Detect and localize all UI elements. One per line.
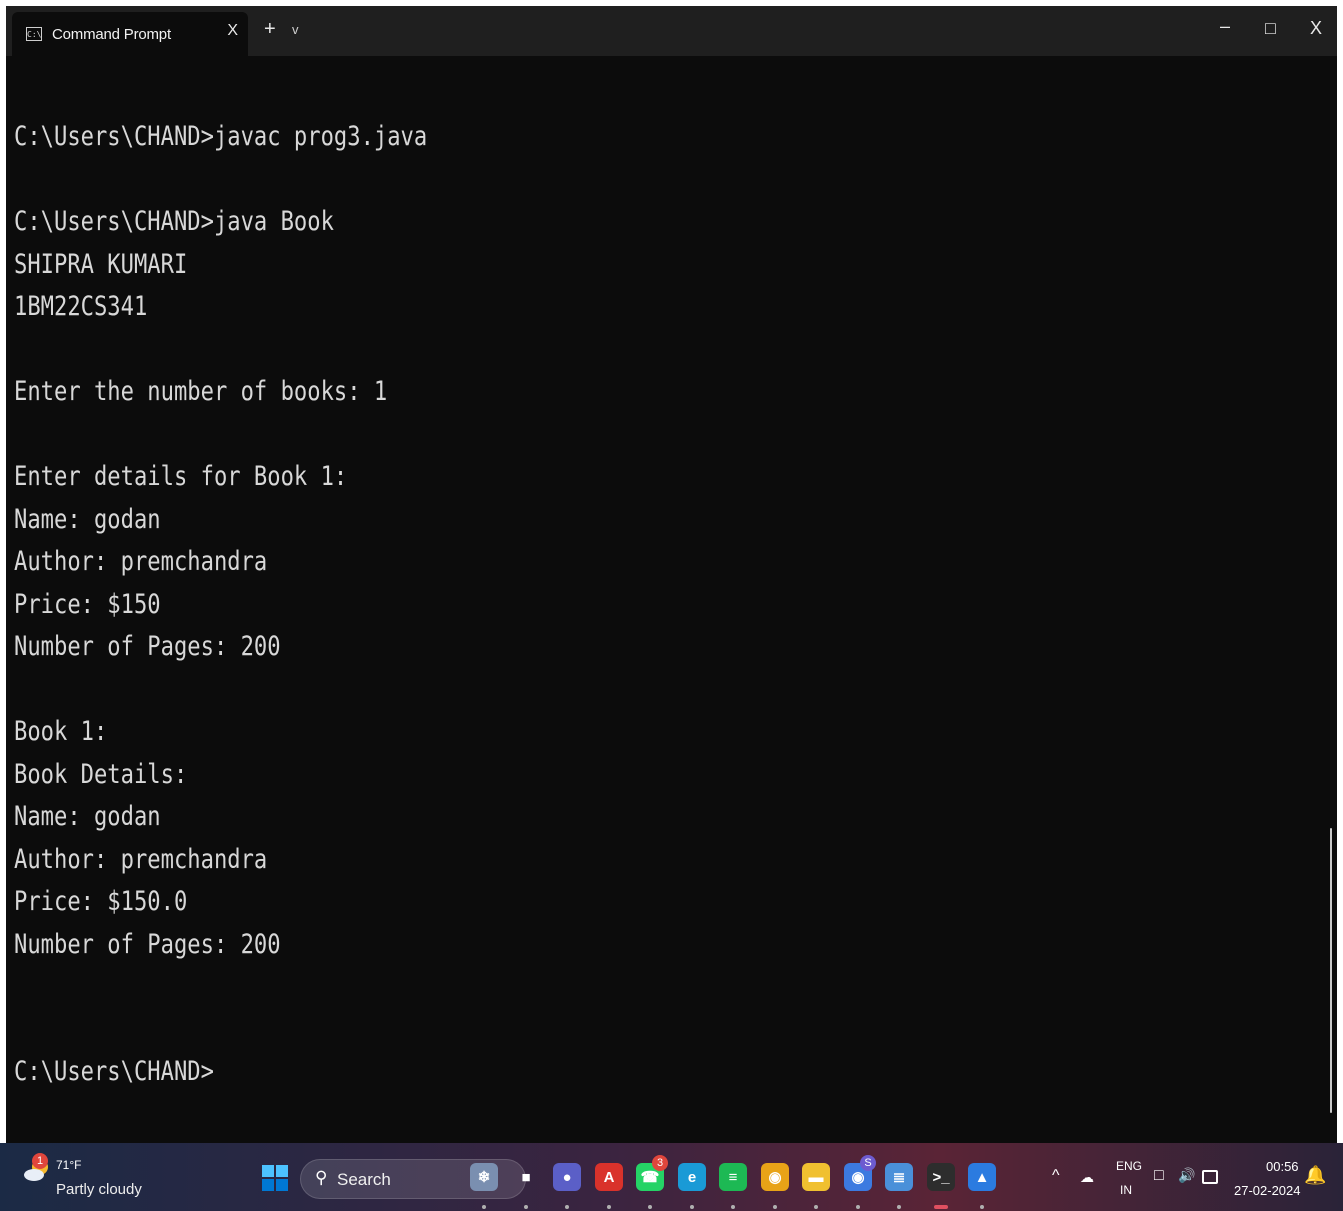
file-explorer-icon[interactable]: ▬ [802,1163,830,1191]
show-hidden-icons-chevron-icon[interactable]: ^ [1052,1167,1060,1185]
weather-badge: 1 [32,1153,48,1169]
adobe-acrobat-icon[interactable]: A [595,1163,623,1191]
weather-temperature: 71°F [56,1158,82,1172]
running-indicator [648,1205,652,1209]
running-indicator [524,1205,528,1209]
running-indicator [897,1205,901,1209]
terminal-line: Price: $150 [14,588,161,620]
photos-icon[interactable]: ▲ [968,1163,996,1191]
terminal-line: SHIPRA KUMARI [14,248,188,280]
search-label: Search [337,1170,391,1189]
running-indicator [731,1205,735,1209]
onedrive-cloud-icon[interactable]: ☁ [1080,1169,1094,1186]
terminal-line: Book Details: [14,758,188,790]
running-indicator [814,1205,818,1209]
running-indicator [690,1205,694,1209]
terminal-line: Author: premchandra [14,843,268,875]
notification-bell-icon[interactable]: 🔔 [1304,1165,1326,1186]
terminal-output[interactable]: C:\Users\CHAND>javac prog3.java C:\Users\… [14,116,1099,1143]
tab-command-prompt[interactable]: C:\ Command Prompt X [12,12,248,56]
new-tab-button[interactable]: + [264,18,276,41]
terminal-line: Author: premchandra [14,546,268,577]
tab-dropdown-button[interactable]: v [292,22,299,37]
input-region[interactable]: IN [1120,1183,1132,1197]
search-icon: ⚲ [315,1168,328,1187]
network-icon[interactable]: □ [1154,1167,1164,1185]
task-view-icon[interactable]: ■ [512,1163,540,1191]
notepad-icon[interactable]: ≣ [885,1163,913,1191]
input-language[interactable]: ENG [1116,1159,1142,1173]
terminal-line: Name: godan [14,503,161,535]
title-bar[interactable]: C:\ Command Prompt X + v – □ X [6,6,1337,56]
running-indicator [482,1205,486,1209]
running-indicator [607,1205,611,1209]
terminal-line: Book 1: [14,716,108,747]
volume-icon[interactable]: 🔊 [1178,1167,1195,1184]
teams-meet-icon[interactable]: ● [553,1163,581,1191]
terminal-line: Price: $150.0 [14,886,188,917]
terminal-line: Enter details for Book 1: [14,461,348,492]
running-indicator [934,1205,948,1209]
close-button[interactable]: X [1310,18,1322,39]
command-prompt-window: C:\ Command Prompt X + v – □ X C:\Users\… [6,6,1337,1143]
scrollbar[interactable] [1330,828,1332,1113]
edge-icon[interactable]: e [678,1163,706,1191]
running-indicator [980,1205,984,1209]
terminal-line: 1BM22CS341 [14,291,148,322]
terminal-line: C:\Users\CHAND>java Book [14,206,334,237]
tab-close-button[interactable]: X [227,22,238,40]
terminal-icon[interactable]: >_ [927,1163,955,1191]
snow-leopard-widget-icon[interactable]: ❄ [470,1163,498,1191]
running-indicator [773,1205,777,1209]
terminal-line: C:\Users\CHAND> [14,1056,214,1087]
chrome-profile-2-badge: S [860,1155,876,1171]
minimize-button[interactable]: – [1220,16,1230,37]
terminal-line: Name: godan [14,801,161,832]
taskbar: 1 71°F Partly cloudy ⚲ Search ❄ ■ ● A ☎ 3 e ≡ ◉ ▬… [0,1143,1343,1211]
weather-description: Partly cloudy [56,1181,142,1198]
tab-title: Command Prompt [52,25,171,43]
windows-start-icon[interactable] [262,1165,288,1191]
running-indicator [856,1205,860,1209]
terminal-line: Enter the number of books: 1 [14,376,388,407]
running-indicator [565,1205,569,1209]
clock-date[interactable]: 27-02-2024 [1234,1183,1301,1198]
terminal-line: Number of Pages: 200 [14,631,281,662]
command-prompt-icon: C:\ [26,27,42,41]
clock-time[interactable]: 00:56 [1266,1159,1299,1174]
chrome-profile-1-icon[interactable]: ◉ [761,1163,789,1191]
terminal-line: C:\Users\CHAND>javac prog3.java [14,121,428,152]
maximize-button[interactable]: □ [1265,18,1276,39]
spotify-icon[interactable]: ≡ [719,1163,747,1191]
whatsapp-badge: 3 [652,1155,668,1171]
terminal-line: Number of Pages: 200 [14,928,281,960]
battery-icon[interactable] [1202,1170,1218,1184]
